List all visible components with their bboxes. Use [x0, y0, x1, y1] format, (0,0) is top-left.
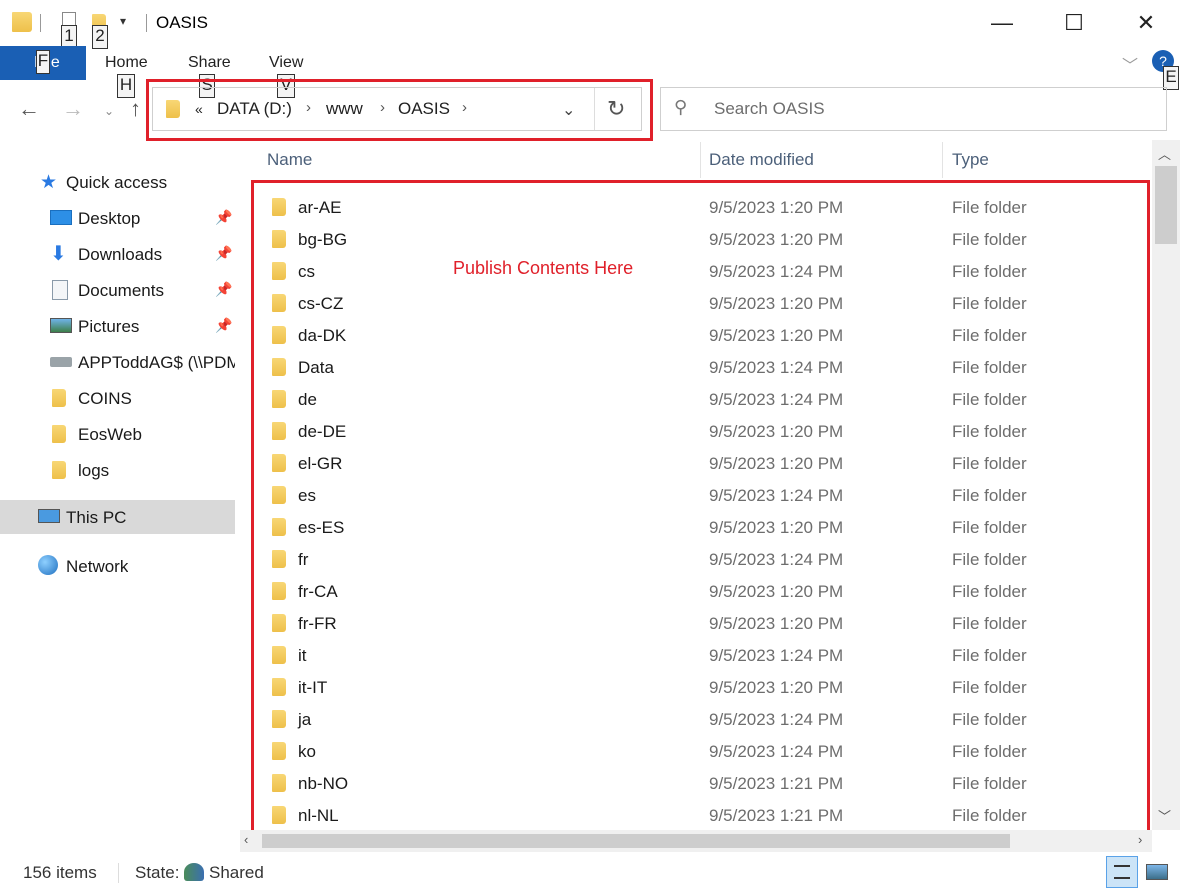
- nav-item-coins[interactable]: COINS: [0, 381, 235, 415]
- expand-ribbon-icon[interactable]: ﹀: [1122, 52, 1138, 76]
- pin-icon[interactable]: 📌: [215, 281, 232, 298]
- annotation-text: Publish Contents Here: [453, 258, 634, 278]
- up-arrow-icon[interactable]: ↑: [130, 96, 141, 122]
- minimize-button[interactable]: —: [976, 0, 1028, 46]
- search-icon: ⚲: [674, 97, 688, 117]
- column-header-name[interactable]: Name: [267, 150, 312, 170]
- column-divider[interactable]: [700, 142, 701, 178]
- desktop-icon: [50, 210, 72, 225]
- nav-item-label: Pictures: [78, 317, 140, 336]
- forward-arrow-icon[interactable]: →: [62, 96, 84, 122]
- horizontal-scroll-thumb[interactable]: [262, 834, 1010, 848]
- network-drive-icon: [50, 357, 72, 367]
- tab-share[interactable]: Share: [188, 54, 231, 72]
- divider: [146, 14, 147, 32]
- nav-item-label: Downloads: [78, 245, 163, 264]
- shared-users-icon: [184, 863, 204, 881]
- nav-item-downloads[interactable]: ⬇ Downloads 📌: [0, 237, 235, 271]
- keytip-file: F: [36, 50, 50, 74]
- column-header-type[interactable]: Type: [952, 150, 989, 170]
- recent-locations-icon[interactable]: ⌄: [104, 104, 114, 118]
- computer-icon: [38, 509, 60, 523]
- search-placeholder: Search OASIS: [714, 99, 825, 118]
- pictures-icon: [50, 318, 72, 333]
- nav-quick-access-label: Quick access: [66, 173, 168, 192]
- details-view-button[interactable]: [1106, 856, 1138, 888]
- nav-item-label: Desktop: [78, 209, 141, 228]
- pin-icon[interactable]: 📌: [215, 317, 232, 334]
- customize-qat-icon[interactable]: ▾: [120, 14, 126, 28]
- divider: [118, 863, 119, 883]
- tab-view[interactable]: View: [269, 54, 303, 72]
- nav-network-label: Network: [66, 557, 129, 576]
- scroll-right-icon[interactable]: ›: [1138, 832, 1142, 847]
- title-bar: 1 2 ▾ OASIS — ☐ ✕: [0, 0, 1180, 49]
- documents-icon: [52, 280, 68, 300]
- status-bar: 156 items State: Shared: [0, 855, 1180, 890]
- column-divider[interactable]: [942, 142, 943, 178]
- nav-item-pictures[interactable]: Pictures 📌: [0, 309, 235, 343]
- nav-item-label: APPToddAG$ (\\PDM: [78, 353, 235, 372]
- nav-item-label: EosWeb: [78, 425, 142, 444]
- folder-icon: [52, 389, 66, 407]
- folder-icon: [52, 425, 66, 443]
- close-button[interactable]: ✕: [1120, 0, 1172, 46]
- pin-icon[interactable]: 📌: [215, 209, 232, 226]
- nav-item-label: logs: [78, 461, 110, 480]
- nav-item-eosweb[interactable]: EosWeb: [0, 417, 235, 451]
- nav-item-network-drive[interactable]: APPToddAG$ (\\PDM: [0, 345, 235, 379]
- divider: [40, 14, 41, 32]
- state-label: State:: [135, 863, 180, 882]
- nav-this-pc-label: This PC: [66, 508, 127, 527]
- vertical-scroll-thumb[interactable]: [1155, 166, 1177, 244]
- scroll-up-icon[interactable]: ︿: [1158, 144, 1171, 163]
- nav-item-logs[interactable]: logs: [0, 453, 235, 487]
- app-folder-icon: [12, 12, 32, 32]
- state-value: Shared: [209, 863, 264, 882]
- ribbon-tabs: File F Home H Share S View V ﹀ ? E: [0, 46, 1180, 98]
- address-highlight-box: [146, 79, 653, 141]
- tab-home[interactable]: Home: [105, 54, 148, 72]
- item-count: 156 items: [23, 863, 97, 882]
- folder-icon: [52, 461, 66, 479]
- nav-item-desktop[interactable]: Desktop 📌: [0, 201, 235, 235]
- downloads-icon: ⬇: [50, 243, 67, 265]
- network-icon: [38, 555, 58, 575]
- large-icons-view-button[interactable]: [1146, 864, 1168, 880]
- maximize-button[interactable]: ☐: [1048, 0, 1100, 46]
- nav-item-label: COINS: [78, 389, 132, 408]
- scroll-down-icon[interactable]: ﹀: [1158, 806, 1171, 825]
- nav-quick-access[interactable]: ★ Quick access: [0, 165, 235, 199]
- content-highlight-box: [251, 180, 1150, 838]
- nav-this-pc[interactable]: This PC: [0, 500, 235, 534]
- column-header-date[interactable]: Date modified: [709, 150, 814, 170]
- back-arrow-icon[interactable]: ←: [18, 96, 40, 122]
- nav-network[interactable]: Network: [0, 549, 235, 583]
- star-icon: ★: [40, 172, 58, 193]
- window-title: OASIS: [156, 13, 208, 32]
- scroll-left-icon[interactable]: ‹: [244, 832, 248, 847]
- pin-icon[interactable]: 📌: [215, 245, 232, 262]
- details-view-icon: [1114, 865, 1130, 879]
- nav-item-documents[interactable]: Documents 📌: [0, 273, 235, 307]
- nav-item-label: Documents: [78, 281, 164, 300]
